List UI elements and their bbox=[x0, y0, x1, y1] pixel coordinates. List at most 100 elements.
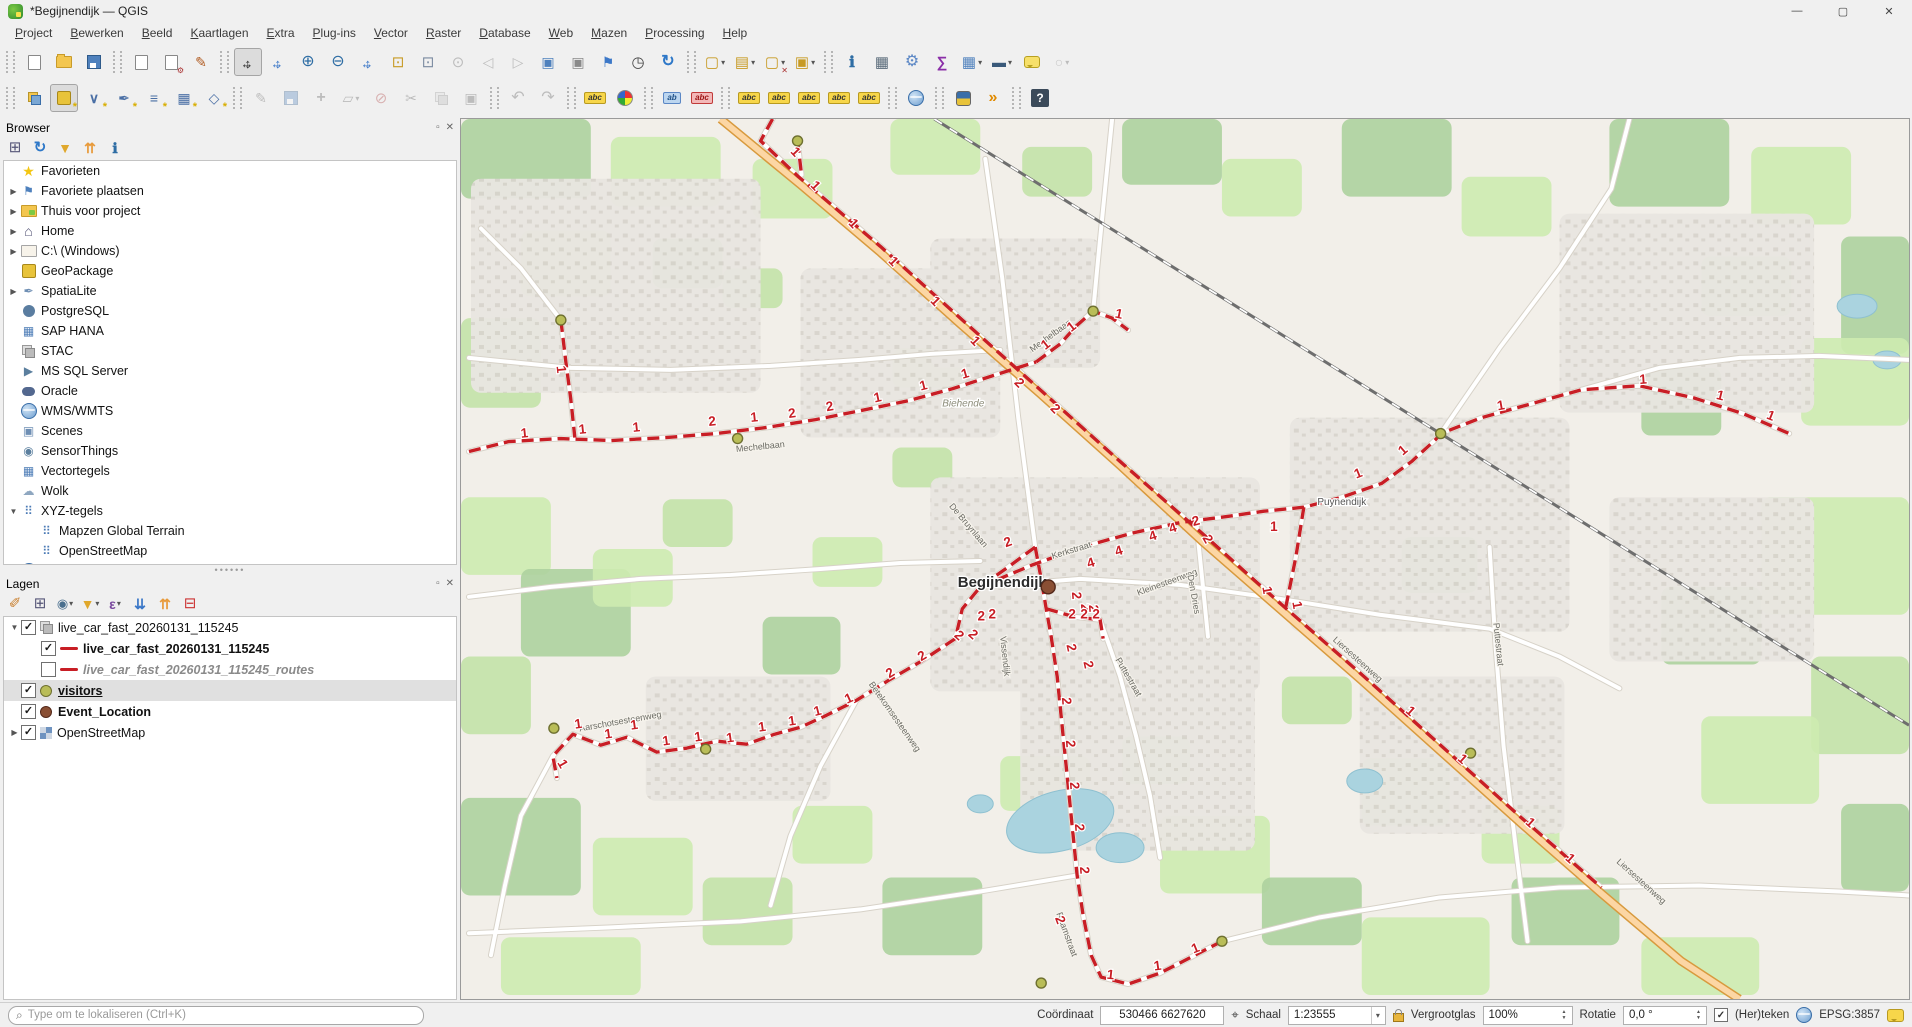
toolbar-handle[interactable] bbox=[567, 87, 576, 109]
change-label-properties-button[interactable]: abc bbox=[855, 84, 883, 112]
browser-item-favorieten[interactable]: ★Favorieten bbox=[4, 161, 456, 181]
toolbar-handle[interactable] bbox=[220, 51, 229, 73]
window-minimize-button[interactable]: — bbox=[1774, 0, 1820, 22]
open-layer-styling-button[interactable]: ✐ bbox=[4, 594, 26, 613]
menu-beeld[interactable]: Beeld bbox=[133, 23, 182, 43]
delete-selected-button[interactable]: ⊘ bbox=[367, 84, 395, 112]
show-layout-manager-button[interactable]: ⚙ bbox=[157, 48, 185, 76]
new-print-layout-button[interactable] bbox=[127, 48, 155, 76]
new-3d-map-view-button[interactable]: ▣ bbox=[564, 48, 592, 76]
expander-icon[interactable]: ▶ bbox=[7, 187, 20, 196]
expander-icon[interactable]: ▼ bbox=[7, 507, 20, 516]
crs-value[interactable]: EPSG:3857 bbox=[1819, 1009, 1880, 1021]
browser-item-thuis-voor-project[interactable]: ▶Thuis voor project bbox=[4, 201, 456, 221]
expander-icon[interactable]: ▶ bbox=[7, 207, 20, 216]
browser-item-wolk[interactable]: ☁Wolk bbox=[4, 481, 456, 501]
expander-icon[interactable]: ▶ bbox=[7, 287, 20, 296]
zoom-out-button[interactable]: ⊖ bbox=[324, 48, 352, 76]
menu-bewerken[interactable]: Bewerken bbox=[61, 23, 132, 43]
open-attribute-table-button[interactable]: ▦▾ bbox=[958, 48, 986, 76]
layer-labeling-options-button[interactable]: abc bbox=[581, 84, 609, 112]
browser-item-wcs[interactable]: WCS bbox=[4, 561, 456, 565]
layer-visibility-checkbox[interactable] bbox=[41, 662, 56, 677]
layer-item-visitors[interactable]: ✓visitors bbox=[4, 680, 456, 701]
vertex-tool-button[interactable]: ▱▾ bbox=[337, 84, 365, 112]
rotate-label-button[interactable]: abc bbox=[825, 84, 853, 112]
toggle-editing-button[interactable]: ✎ bbox=[247, 84, 275, 112]
layer-item-live-car-fast-20260131-115245[interactable]: ✓live_car_fast_20260131_115245 bbox=[4, 638, 456, 659]
collapse-all-button[interactable]: ⇈ bbox=[79, 138, 101, 157]
menu-project[interactable]: Project bbox=[6, 23, 61, 43]
move-label-button[interactable]: abc bbox=[795, 84, 823, 112]
toolbar-handle[interactable] bbox=[113, 51, 122, 73]
new-virtual-layer-button[interactable]: ▦* bbox=[170, 84, 198, 112]
zoom-in-button[interactable]: ⊕ bbox=[294, 48, 322, 76]
statistical-summary-button[interactable]: ∑ bbox=[928, 48, 956, 76]
measure-button[interactable]: ▬▾ bbox=[988, 48, 1016, 76]
filter-by-expression-button[interactable]: ε▾ bbox=[104, 594, 126, 613]
scale-combobox[interactable]: 1:23555▾ bbox=[1288, 1006, 1386, 1025]
menu-help[interactable]: Help bbox=[714, 23, 757, 43]
layers-close-button[interactable]: ✕ bbox=[446, 578, 454, 589]
chevron-down-icon[interactable]: ▾ bbox=[811, 58, 815, 67]
browser-item-openstreetmap[interactable]: ⠿OpenStreetMap bbox=[4, 541, 456, 561]
show-hide-labels-button[interactable]: abc bbox=[765, 84, 793, 112]
new-gpx-layer-button[interactable]: ◇* bbox=[200, 84, 228, 112]
help-button[interactable]: ? bbox=[1026, 84, 1054, 112]
select-features-button[interactable]: ▢▾ bbox=[701, 48, 729, 76]
processing-toolbox-button[interactable]: ⚙ bbox=[898, 48, 926, 76]
expand-all-button[interactable]: ⇊ bbox=[129, 594, 151, 613]
select-all-button[interactable]: ▣▾ bbox=[791, 48, 819, 76]
toolbar-handle[interactable] bbox=[490, 87, 499, 109]
new-map-view-button[interactable]: ▣ bbox=[534, 48, 562, 76]
browser-item-home[interactable]: ▶⌂Home bbox=[4, 221, 456, 241]
menu-extra[interactable]: Extra bbox=[258, 23, 304, 43]
browser-item-geopackage[interactable]: GeoPackage bbox=[4, 261, 456, 281]
browser-item-spatialite[interactable]: ▶✒SpatiaLite bbox=[4, 281, 456, 301]
chevron-down-icon[interactable]: ▾ bbox=[355, 94, 359, 103]
manage-map-themes-button[interactable]: ◉▾ bbox=[54, 594, 76, 613]
new-geopackage-layer-button[interactable]: * bbox=[50, 84, 78, 112]
map-tips-button[interactable] bbox=[1018, 48, 1046, 76]
menu-web[interactable]: Web bbox=[540, 23, 582, 43]
layer-item-live-car-fast-20260131-115245-routes[interactable]: live_car_fast_20260131_115245_routes bbox=[4, 659, 456, 680]
zoom-native-button[interactable]: ⊙ bbox=[444, 48, 472, 76]
toolbar-handle[interactable] bbox=[6, 87, 15, 109]
layers-float-button[interactable]: ▫ bbox=[436, 578, 440, 589]
rotation-spinbox[interactable]: 0,0 °▲▼ bbox=[1623, 1006, 1707, 1025]
browser-float-button[interactable]: ▫ bbox=[436, 122, 440, 133]
plugin-shortcuts-button[interactable]: » bbox=[979, 84, 1007, 112]
chevron-down-icon[interactable]: ▾ bbox=[751, 58, 755, 67]
spinner-arrows-icon[interactable]: ▲▼ bbox=[1696, 1009, 1701, 1021]
panel-splitter[interactable]: •••••• bbox=[3, 565, 457, 574]
toolbar-handle[interactable] bbox=[687, 51, 696, 73]
map-canvas[interactable]: KerkstraatKleinesteenwegDen DriesPuttest… bbox=[460, 118, 1910, 1000]
menu-raster[interactable]: Raster bbox=[417, 23, 470, 43]
remove-layer-button[interactable]: ⊟ bbox=[179, 594, 201, 613]
menu-mazen[interactable]: Mazen bbox=[582, 23, 636, 43]
browser-item-ms-sql-server[interactable]: ▶MS SQL Server bbox=[4, 361, 456, 381]
redo-button[interactable]: ↷ bbox=[534, 84, 562, 112]
browser-item-wms-wmts[interactable]: WMS/WMTS bbox=[4, 401, 456, 421]
menu-plug-ins[interactable]: Plug-ins bbox=[304, 23, 365, 43]
layer-item-event-location[interactable]: ✓Event_Location bbox=[4, 701, 456, 722]
menu-database[interactable]: Database bbox=[470, 23, 539, 43]
mouse-tracking-icon[interactable]: ⌖ bbox=[1231, 1007, 1238, 1023]
pan-map-button[interactable] bbox=[234, 48, 262, 76]
browser-item-mapzen-global-terrain[interactable]: ⠿Mapzen Global Terrain bbox=[4, 521, 456, 541]
chevron-down-icon[interactable]: ▾ bbox=[721, 58, 725, 67]
new-annotation-button[interactable]: ○▾ bbox=[1048, 48, 1076, 76]
refresh-browser-button[interactable]: ↻ bbox=[29, 138, 51, 157]
paste-features-button[interactable]: ▣ bbox=[457, 84, 485, 112]
layer-item-live-car-fast-20260131-115245[interactable]: ▼✓live_car_fast_20260131_115245 bbox=[4, 617, 456, 638]
layer-item-openstreetmap[interactable]: ▶✓OpenStreetMap bbox=[4, 722, 456, 743]
metasearch-button[interactable] bbox=[902, 84, 930, 112]
properties-info-button[interactable]: ℹ bbox=[104, 138, 126, 157]
magnifier-spinbox[interactable]: 100%▲▼ bbox=[1483, 1006, 1573, 1025]
layer-visibility-checkbox[interactable]: ✓ bbox=[41, 641, 56, 656]
layer-visibility-checkbox[interactable]: ✓ bbox=[21, 704, 36, 719]
browser-item-oracle[interactable]: Oracle bbox=[4, 381, 456, 401]
copy-features-button[interactable] bbox=[427, 84, 455, 112]
toolbar-handle[interactable] bbox=[824, 51, 833, 73]
spinner-arrows-icon[interactable]: ▲▼ bbox=[1562, 1009, 1567, 1021]
